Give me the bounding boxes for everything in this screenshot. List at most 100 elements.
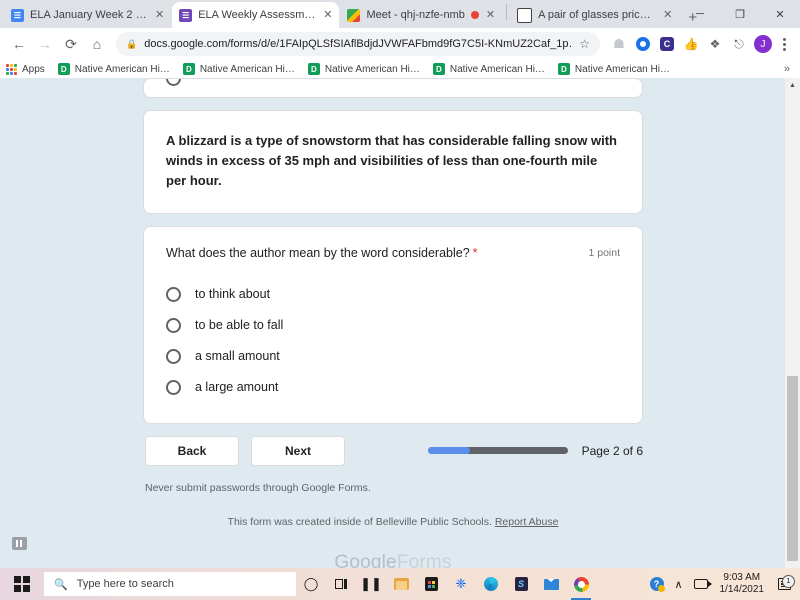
option-row[interactable]: a large amount xyxy=(166,372,620,403)
clock-date: 1/14/2021 xyxy=(719,584,765,595)
docs-icon: D xyxy=(182,63,195,75)
tab-strip: ☰ ELA January Week 2 Quiz ✕ ☰ ELA Weekly… xyxy=(0,0,800,28)
windows-taskbar: 🔍 Type here to search ◯ ❚❚ ❈ S ? ∧ 9:03 … xyxy=(0,568,800,600)
windows-start-icon[interactable] xyxy=(0,568,44,600)
bookmark-label: Native American Hi… xyxy=(449,63,545,75)
page-scrollbar[interactable]: ▲ xyxy=(784,78,800,568)
progress-bar xyxy=(427,447,568,455)
created-inside-text: This form was created inside of Bellevil… xyxy=(227,515,492,528)
feedback-button[interactable] xyxy=(8,532,30,554)
tab-title: Meet - qhj-nzfe-nmb xyxy=(366,9,465,21)
bookmark-label: Native American Hi… xyxy=(199,63,295,75)
option-row[interactable]: to be able to fall xyxy=(166,310,620,341)
question-points: 1 point xyxy=(588,247,620,260)
radio-button[interactable] xyxy=(166,286,181,302)
bookmark-item[interactable]: D Native American Hi… xyxy=(182,63,295,75)
app-s-icon[interactable]: S xyxy=(506,568,536,600)
tab-title: A pair of glasses priced a xyxy=(538,9,657,21)
reload-icon[interactable]: ⟳ xyxy=(58,31,84,57)
bookmark-item[interactable]: D Native American Hi… xyxy=(57,63,170,75)
previous-question-card-partial xyxy=(143,78,643,98)
clock-time: 9:03 AM xyxy=(723,571,761,583)
ghost-extension-icon[interactable]: ☗ xyxy=(608,33,630,55)
scrollbar-thumb[interactable] xyxy=(787,376,798,561)
mail-icon[interactable] xyxy=(536,568,566,600)
radio-button[interactable] xyxy=(166,379,181,395)
report-abuse-link[interactable]: Report Abuse xyxy=(495,516,559,528)
docs-icon: D xyxy=(307,63,320,75)
browser-tab-1[interactable]: ☰ ELA January Week 2 Quiz ✕ xyxy=(4,2,172,28)
puzzle-extensions-icon[interactable]: ❖ xyxy=(704,33,726,55)
cast-icon[interactable]: ⎋ xyxy=(728,33,750,55)
question-title: What does the author mean by the word co… xyxy=(166,245,478,263)
cortana-circle-icon[interactable]: ◯ xyxy=(296,568,326,600)
option-row[interactable]: to think about xyxy=(166,279,620,310)
shield-extension-icon[interactable] xyxy=(632,33,654,55)
browser-tab-2[interactable]: ☰ ELA Weekly Assessment ✕ xyxy=(172,2,340,28)
google-chrome-icon[interactable] xyxy=(566,568,596,600)
recording-indicator-icon xyxy=(470,11,479,19)
apps-label: Apps xyxy=(22,63,45,75)
forward-icon[interactable]: → xyxy=(32,31,58,57)
home-icon[interactable]: ⌂ xyxy=(84,31,110,57)
lock-icon: 🔒 xyxy=(126,38,138,49)
chevron-up-icon[interactable]: ∧ xyxy=(668,578,690,591)
question-text: What does the author mean by the word co… xyxy=(166,246,470,261)
notifications-button[interactable]: 1 xyxy=(772,575,796,590)
bookmark-item[interactable]: D Native American Hi… xyxy=(557,63,670,75)
back-button[interactable]: Back xyxy=(145,435,239,466)
dropbox-icon[interactable]: ❈ xyxy=(446,568,476,600)
tab-close-icon[interactable]: ✕ xyxy=(323,9,332,21)
next-button[interactable]: Next xyxy=(251,435,345,466)
window-controls: ─ ❐ ✕ xyxy=(680,0,800,28)
tab-close-icon[interactable]: ✕ xyxy=(663,9,672,21)
screen: ☰ ELA January Week 2 Quiz ✕ ☰ ELA Weekly… xyxy=(0,0,800,600)
profile-avatar[interactable]: J xyxy=(754,35,772,53)
password-notice: Never submit passwords through Google Fo… xyxy=(145,481,371,494)
browser-tab-3[interactable]: Meet - qhj-nzfe-nmb ✕ xyxy=(340,2,503,28)
form-navigation: Back Next Page 2 of 6 xyxy=(143,435,643,466)
bookmark-star-icon[interactable]: ☆ xyxy=(579,37,590,51)
bookmark-label: Native American Hi… xyxy=(324,63,420,75)
forms-purple-icon: ☰ xyxy=(179,8,193,22)
pause-icon[interactable]: ❚❚ xyxy=(356,568,386,600)
kebab-menu-icon[interactable] xyxy=(774,37,794,51)
thumbs-up-extension-icon[interactable]: 👍 xyxy=(680,33,702,55)
apps-shortcut[interactable]: Apps xyxy=(6,63,45,75)
passage-text: A blizzard is a type of snowstorm that h… xyxy=(166,133,617,189)
passage-card: A blizzard is a type of snowstorm that h… xyxy=(143,110,643,215)
tab-title: ELA January Week 2 Quiz xyxy=(30,9,148,21)
task-view-icon[interactable] xyxy=(326,568,356,600)
feedback-icon xyxy=(11,536,27,550)
help-icon[interactable]: ? xyxy=(646,577,668,592)
bookmark-item[interactable]: D Native American Hi… xyxy=(307,63,420,75)
minimize-button[interactable]: ─ xyxy=(680,0,720,28)
docs-icon: D xyxy=(557,63,570,75)
taskbar-search-input[interactable]: 🔍 Type here to search xyxy=(44,572,296,596)
option-label: a small amount xyxy=(195,349,280,364)
address-bar[interactable]: 🔒 docs.google.com/forms/d/e/1FAIpQLSfSIA… xyxy=(116,32,600,56)
bookmark-item[interactable]: D Native American Hi… xyxy=(432,63,545,75)
camera-icon[interactable] xyxy=(690,579,712,589)
maximize-button[interactable]: ❐ xyxy=(720,0,760,28)
file-explorer-icon[interactable] xyxy=(386,568,416,600)
scroll-up-icon[interactable]: ▲ xyxy=(785,78,800,92)
browser-tab-4[interactable]: ▦ A pair of glasses priced a ✕ xyxy=(510,2,680,28)
tab-close-icon[interactable]: ✕ xyxy=(155,9,164,21)
required-asterisk: * xyxy=(472,246,478,261)
option-label: to be able to fall xyxy=(195,318,284,333)
bookmarks-overflow-icon[interactable]: » xyxy=(784,63,794,75)
radio-button[interactable] xyxy=(166,79,181,86)
radio-button[interactable] xyxy=(166,317,181,333)
option-row[interactable]: a small amount xyxy=(166,341,620,372)
close-window-button[interactable]: ✕ xyxy=(760,0,800,28)
taskbar-clock[interactable]: 9:03 AM 1/14/2021 xyxy=(720,572,765,597)
google-form: A blizzard is a type of snowstorm that h… xyxy=(143,78,643,568)
microsoft-store-icon[interactable] xyxy=(416,568,446,600)
back-icon[interactable]: ← xyxy=(6,31,32,57)
clever-extension-icon[interactable]: C xyxy=(656,33,678,55)
microsoft-edge-icon[interactable] xyxy=(476,568,506,600)
doc-icon: ▦ xyxy=(517,7,533,23)
tab-close-icon[interactable]: ✕ xyxy=(486,9,495,21)
radio-button[interactable] xyxy=(166,348,181,364)
